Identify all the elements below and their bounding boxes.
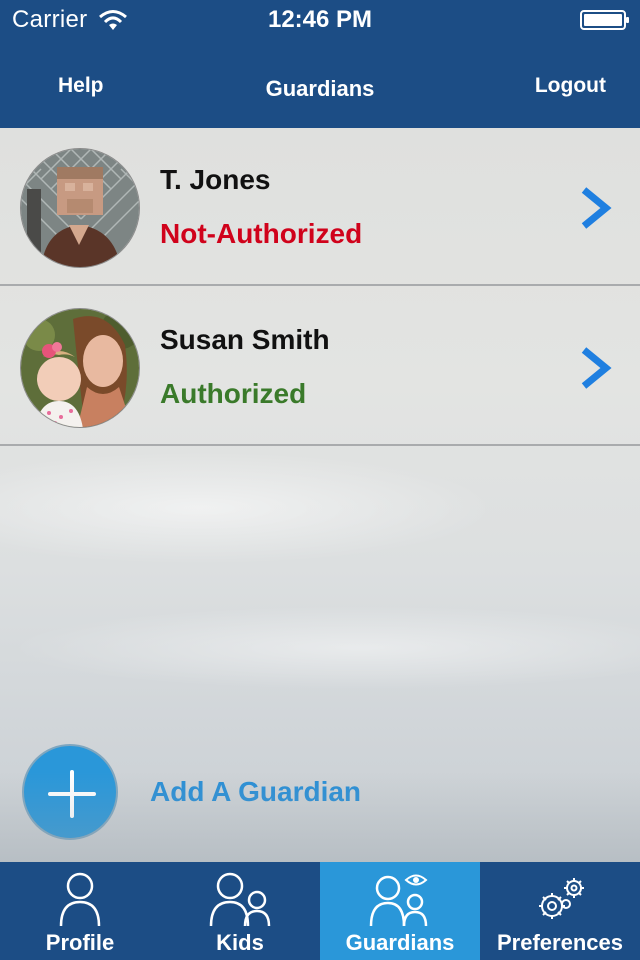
authorization-status: Not-Authorized (160, 218, 363, 249)
avatar (20, 308, 140, 428)
tab-bar: Profile Kids Guardians Preferences (0, 862, 640, 960)
guardian-name: T. Jones (160, 164, 271, 195)
tab-profile[interactable]: Profile (0, 862, 160, 960)
tab-preferences[interactable]: Preferences (480, 862, 640, 960)
tab-label: Kids (216, 930, 264, 955)
top-bar: Carrier 12:46 PM Help Guardians Logout (0, 0, 640, 128)
tab-kids[interactable]: Kids (160, 862, 320, 960)
plus-icon (48, 770, 96, 818)
guardian-row-t-jones[interactable]: T. Jones Not-Authorized (0, 128, 640, 286)
gears-icon (539, 878, 584, 919)
people-icon (209, 872, 271, 927)
tab-label: Profile (45, 930, 115, 955)
navigation-bar: Help Guardians Logout (0, 40, 640, 128)
chevron-right-icon (581, 347, 612, 389)
logout-button[interactable]: Logout (535, 74, 606, 98)
add-guardian-link[interactable]: Add A Guardian (150, 776, 361, 808)
guardians-eye-icon (369, 874, 428, 927)
guardian-row-susan-smith[interactable]: Susan Smith Authorized (0, 288, 640, 446)
avatar (20, 148, 140, 268)
tab-label: Guardians (345, 930, 455, 955)
person-icon (59, 872, 101, 927)
battery-icon (580, 10, 629, 30)
guardian-name: Susan Smith (160, 324, 330, 355)
tab-guardians[interactable]: Guardians (320, 862, 480, 960)
tab-label: Preferences (497, 930, 623, 955)
guardian-list-area: T. Jones Not-Authorized Susan Smith Auth… (0, 128, 640, 862)
status-time: 12:46 PM (267, 6, 373, 33)
authorization-status: Authorized (160, 378, 307, 409)
chevron-right-icon (581, 187, 612, 229)
status-bar: Carrier 12:46 PM (0, 0, 640, 40)
add-guardian-button[interactable] (22, 744, 118, 840)
